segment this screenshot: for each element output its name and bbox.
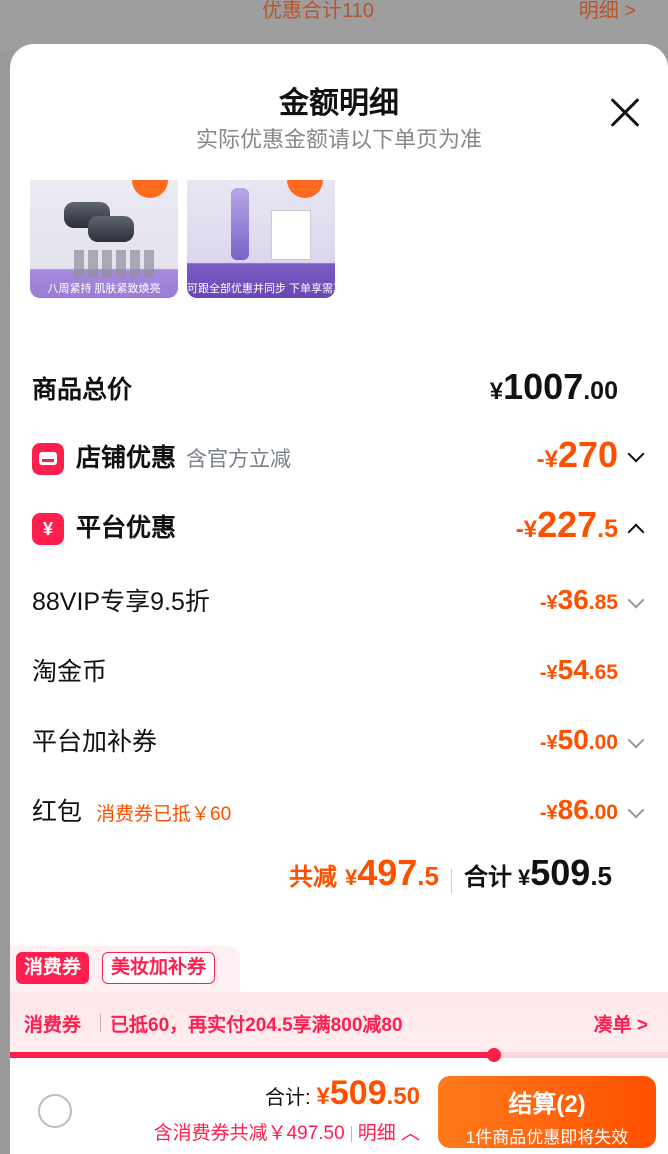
chevron-down-icon[interactable] bbox=[627, 801, 645, 819]
sheet-subtitle: 实际优惠金额请以下单页为准 bbox=[195, 127, 482, 152]
platform-discount-amount: -¥227.5 bbox=[515, 504, 618, 545]
card-image bbox=[271, 210, 311, 260]
chevron-down-icon[interactable] bbox=[627, 731, 645, 749]
footer-detail-link[interactable]: 明细 ︿ bbox=[358, 1123, 420, 1144]
checkout-footer: 合计: ¥509.50 含消费券共减￥497.50 明细 ︿ 结算(2) 1件商品优… bbox=[10, 1064, 668, 1154]
footer-discount-note: 含消费券共减￥497.50 明细 ︿ bbox=[154, 1118, 420, 1145]
beauty-subsidy-tag[interactable]: 美妆加补券 bbox=[102, 952, 216, 984]
coupon-progress-fill bbox=[10, 1052, 494, 1058]
backdrop-total-text: 优惠合计110 bbox=[262, 0, 374, 22]
chevron-up-icon: ︿ bbox=[400, 1123, 420, 1144]
total-discount-label: 共减 bbox=[288, 864, 337, 891]
checkout-label: 结算(2) bbox=[508, 1091, 586, 1118]
discount-item-label: 红包 bbox=[32, 798, 83, 826]
discount-item-amount: -¥50.00 bbox=[539, 724, 618, 755]
yen-icon: ¥ bbox=[32, 513, 64, 546]
discount-summary: 共减 ¥497.5 合计 ¥509.5 bbox=[288, 852, 612, 893]
grand-total-label: 合计 bbox=[463, 864, 512, 891]
footer-total-label: 合计: bbox=[264, 1087, 311, 1109]
discount-item-amount: -¥54.65 bbox=[539, 654, 618, 685]
amount-detail-sheet: 金额明细 实际优惠金额请以下单页为准 八周紧持 肌肤紧致焕亮 可跟全部优惠并同步… bbox=[10, 44, 668, 1154]
capsule-image bbox=[74, 250, 158, 278]
divider bbox=[450, 868, 452, 893]
coupon-tags: 消费券 美妆加补券 bbox=[10, 946, 240, 992]
footer-total-value: 509 bbox=[329, 1074, 387, 1112]
coupon-progress-bar: 消费券 已抵60，再实付204.5享满800减80 凑单 > bbox=[10, 992, 668, 1052]
coupon-progress-text: 已抵60，再实付204.5享满800减80 bbox=[110, 1015, 403, 1036]
divider bbox=[100, 1014, 101, 1032]
chevron-down-icon[interactable] bbox=[627, 591, 645, 609]
consumption-coupon-tag[interactable]: 消费券 bbox=[16, 952, 90, 984]
footer-discount-text: 含消费券共减￥497.50 bbox=[153, 1123, 345, 1144]
checkout-warning: 1件商品优惠即将失效 bbox=[465, 1128, 629, 1147]
product-thumbnail[interactable]: 八周紧持 肌肤紧致焕亮 bbox=[30, 180, 178, 298]
close-icon[interactable] bbox=[608, 96, 642, 130]
discount-item-note: 消费券已抵￥60 bbox=[96, 804, 232, 825]
backdrop-detail-link[interactable]: 明细 > bbox=[579, 0, 636, 22]
discount-item-amount: -¥86.00 bbox=[539, 794, 618, 825]
chevron-down-icon[interactable] bbox=[627, 445, 645, 463]
chevron-up-icon[interactable] bbox=[627, 523, 645, 541]
discount-item-label: 淘金币 bbox=[32, 658, 108, 686]
select-all-radio[interactable] bbox=[38, 1094, 72, 1128]
coupon-label: 消费券 bbox=[24, 1015, 82, 1036]
sheet-title: 金额明细 bbox=[279, 87, 399, 120]
shop-icon bbox=[32, 443, 64, 476]
product-thumbnail[interactable]: 可跟全部优惠并同步 下单享需享价值259元礼赠 bbox=[187, 180, 335, 298]
selected-badge-icon bbox=[287, 180, 323, 198]
footer-total: 合计: ¥509.50 bbox=[264, 1074, 420, 1112]
discount-item-label: 88VIP专享9.5折 bbox=[32, 588, 210, 616]
jar-image bbox=[88, 216, 134, 242]
store-discount-amount: -¥270 bbox=[536, 434, 618, 475]
goods-total-label: 商品总价 bbox=[32, 376, 133, 404]
bottle-image bbox=[231, 188, 249, 260]
platform-discount-label: 平台优惠 bbox=[76, 514, 177, 542]
coupon-progress-track bbox=[10, 1048, 668, 1062]
store-discount-note: 含官方立减 bbox=[186, 448, 292, 471]
divider bbox=[350, 1125, 352, 1142]
discount-item-amount: -¥36.85 bbox=[539, 584, 618, 615]
checkout-button[interactable]: 结算(2) 1件商品优惠即将失效 bbox=[438, 1076, 656, 1148]
product-caption: 可跟全部优惠并同步 下单享需享价值259元礼赠 bbox=[187, 283, 335, 295]
product-caption: 八周紧持 肌肤紧致焕亮 bbox=[47, 283, 161, 295]
goods-total-amount: ¥1007.00 bbox=[489, 366, 618, 407]
coupon-progress-knob bbox=[486, 1048, 501, 1062]
selected-badge-icon bbox=[132, 180, 168, 198]
total-discount-value: 497 bbox=[357, 852, 418, 893]
add-items-link[interactable]: 凑单 > bbox=[594, 1010, 648, 1037]
grand-total-value: 509 bbox=[530, 852, 591, 893]
discount-item-label: 平台加补券 bbox=[32, 728, 158, 756]
store-discount-label: 店铺优惠 bbox=[76, 444, 177, 472]
